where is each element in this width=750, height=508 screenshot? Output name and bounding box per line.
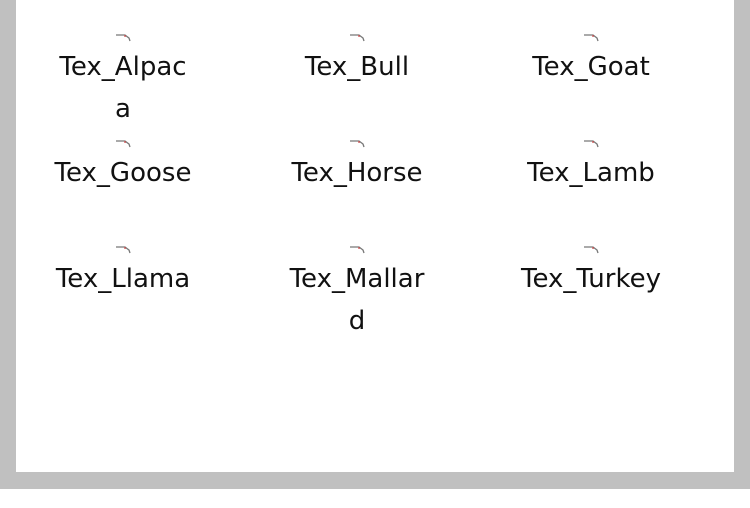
file-item-goose[interactable]: Tex_Goose <box>52 138 194 244</box>
file-grid: Tex_Alpaca Tex_Bull Tex_Goat Tex_Goose T… <box>52 32 750 350</box>
file-label: Tex_Llama <box>55 264 191 294</box>
file-icon <box>584 34 599 42</box>
file-icon <box>350 140 365 148</box>
file-icon <box>116 140 131 148</box>
file-label: Tex_Turkey <box>520 264 661 294</box>
file-item-mallard[interactable]: Tex_Mallard <box>286 244 428 350</box>
file-icon <box>584 140 599 148</box>
file-label: Tex_Lamb <box>527 158 655 188</box>
file-view-pane[interactable]: Tex_Alpaca Tex_Bull Tex_Goat Tex_Goose T… <box>16 0 734 472</box>
file-icon <box>350 34 365 42</box>
file-item-goat[interactable]: Tex_Goat <box>520 32 662 138</box>
file-label: Tex_Goat <box>532 52 650 82</box>
window-frame: Tex_Alpaca Tex_Bull Tex_Goat Tex_Goose T… <box>0 0 750 489</box>
file-item-llama[interactable]: Tex_Llama <box>52 244 194 350</box>
file-item-bull[interactable]: Tex_Bull <box>286 32 428 138</box>
file-item-horse[interactable]: Tex_Horse <box>286 138 428 244</box>
file-icon <box>116 34 131 42</box>
file-icon <box>350 246 365 254</box>
file-label: Tex_Bull <box>304 52 410 82</box>
file-icon <box>584 246 599 254</box>
file-label: Tex_Goose <box>54 158 192 188</box>
file-label: Tex_Horse <box>291 158 423 188</box>
file-item-alpaca[interactable]: Tex_Alpaca <box>52 32 194 138</box>
file-item-turkey[interactable]: Tex_Turkey <box>520 244 662 350</box>
file-item-lamb[interactable]: Tex_Lamb <box>520 138 662 244</box>
file-label: Tex_Mallard <box>289 264 425 336</box>
file-label: Tex_Alpaca <box>59 52 187 124</box>
file-icon <box>116 246 131 254</box>
